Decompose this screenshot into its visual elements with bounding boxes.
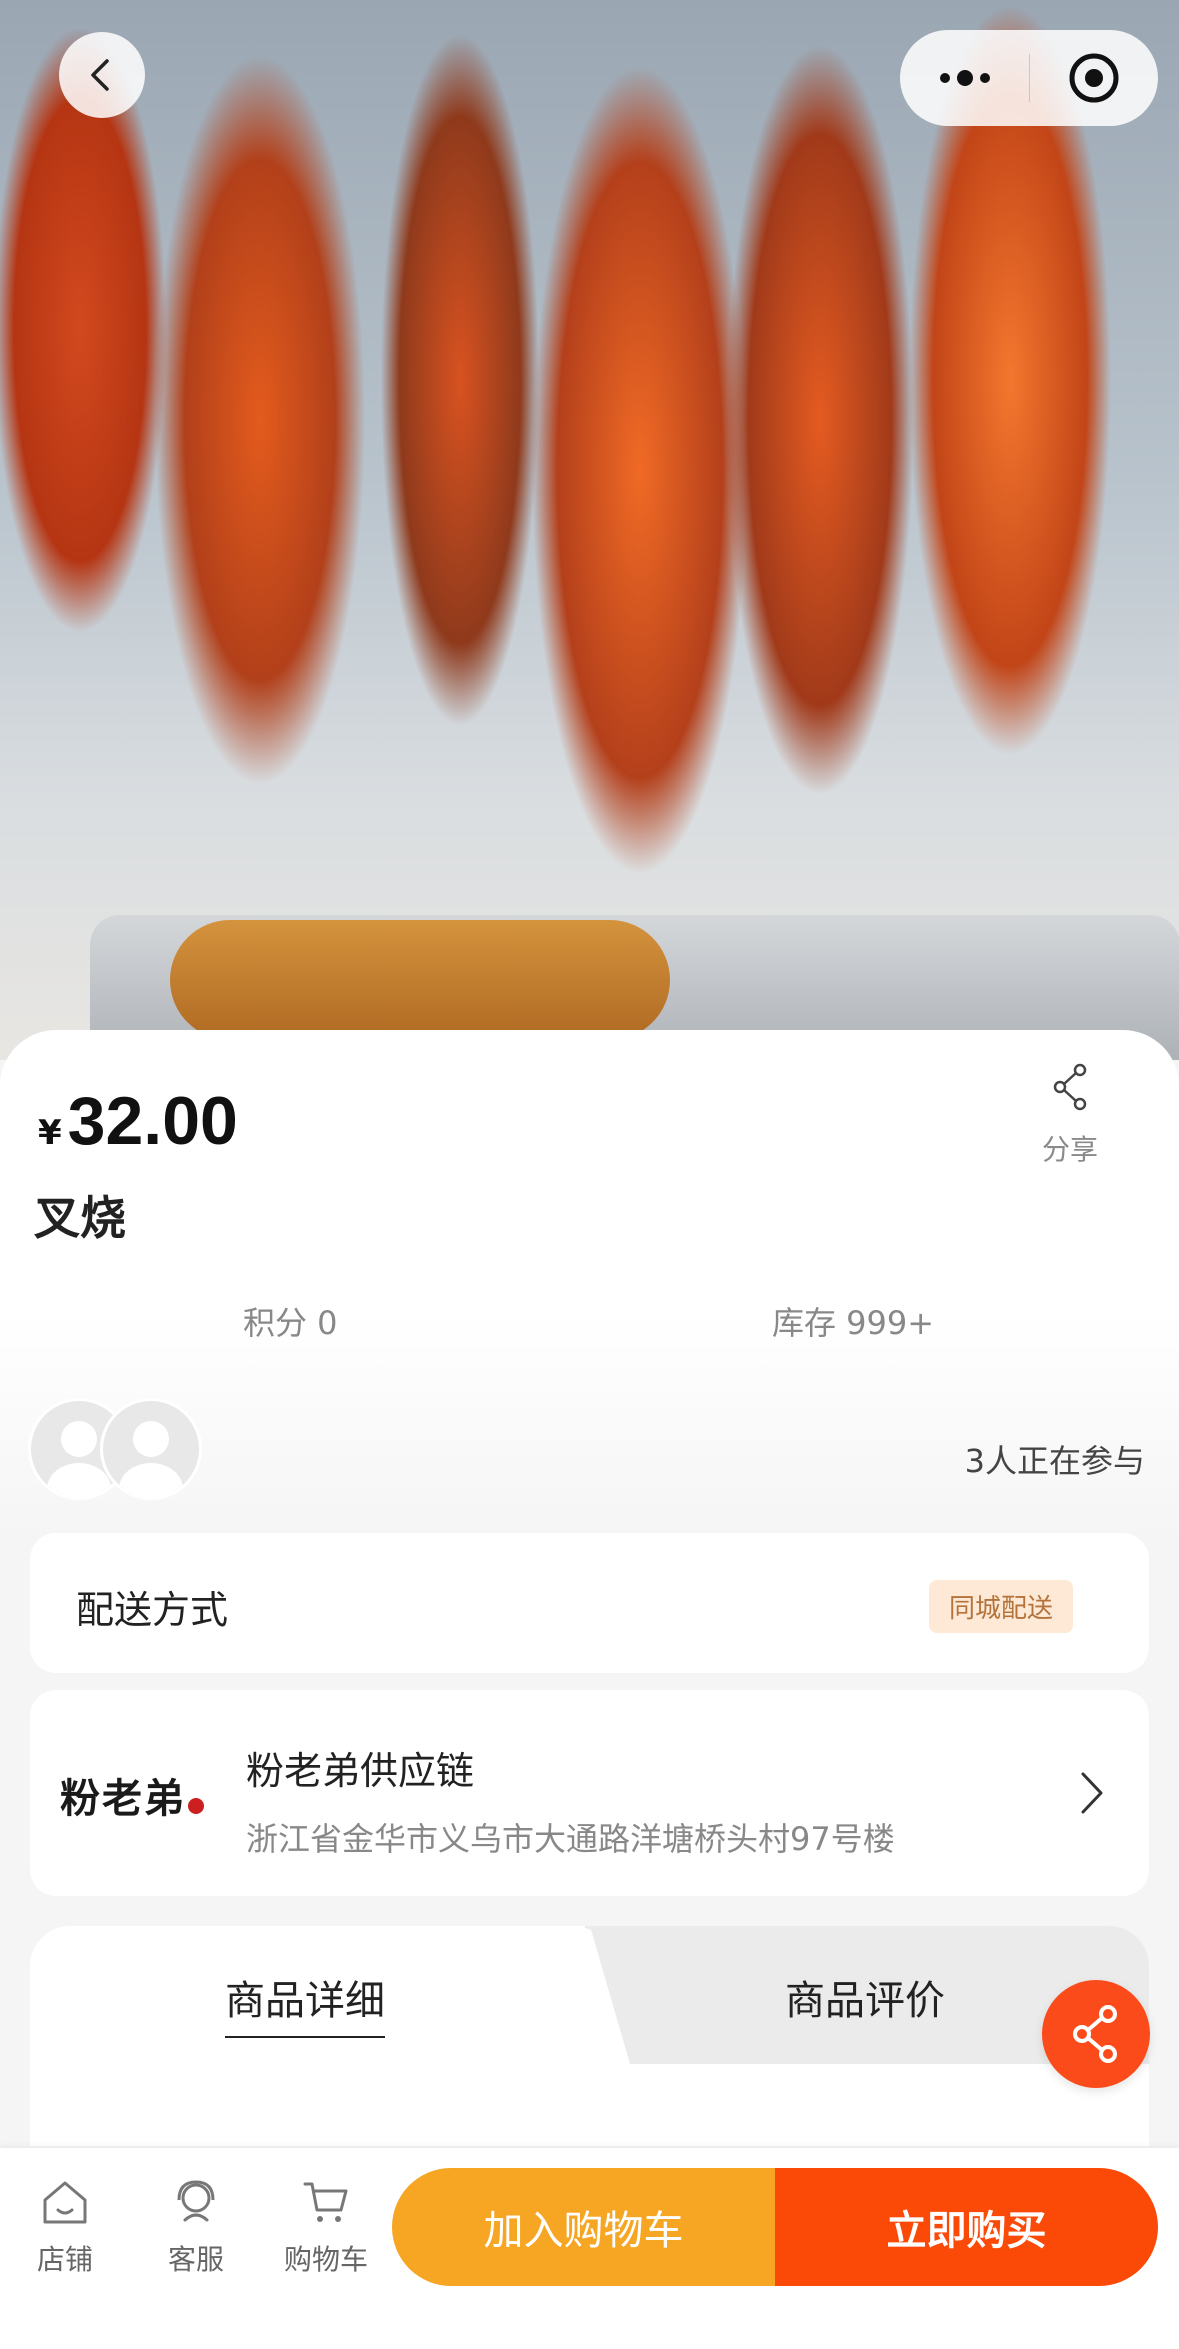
more-button[interactable] <box>900 30 1029 126</box>
chevron-left-icon <box>91 59 109 91</box>
chevron-right-icon <box>1081 1772 1103 1814</box>
share-label: 分享 <box>1041 1133 1098 1166</box>
add-to-cart-button[interactable]: 加入购物车 <box>392 2168 775 2286</box>
food-roll <box>170 920 670 1040</box>
back-button[interactable] <box>59 32 145 118</box>
mini-program-capsule <box>900 30 1158 126</box>
share-icon <box>1073 2005 1117 2063</box>
share-icon <box>1053 1063 1087 1111</box>
avatar <box>100 1398 202 1500</box>
buy-now-button[interactable]: 立即购买 <box>775 2168 1158 2286</box>
more-dots-icon <box>939 70 990 86</box>
tab-reviews[interactable]: 商品评价 <box>785 1968 945 2026</box>
product-image[interactable] <box>0 0 1179 1060</box>
participants-count: 3人正在参与 <box>964 1442 1145 1480</box>
product-info-card: ¥ 32.00 叉烧 分享 积分 0 库存 999+ 3人正在参与 <box>0 1030 1179 1540</box>
participant-avatars <box>28 1398 208 1500</box>
bottom-action-bar: 店铺 客服 购物车 加入购物车 立即购买 <box>0 2148 1179 2349</box>
nav-store-label: 店铺 <box>36 2243 93 2276</box>
detail-tabs: 商品详细 商品评价 <box>30 1926 1149 2146</box>
store-card[interactable]: 粉老弟 粉老弟供应链 浙江省金华市义乌市大通路洋塘桥头村97号楼 <box>30 1690 1149 1896</box>
nav-cart-label: 购物车 <box>283 2243 368 2276</box>
tab-details[interactable]: 商品详细 <box>225 1968 385 2038</box>
store-name: 粉老弟供应链 <box>246 1749 475 1793</box>
delivery-label: 配送方式 <box>76 1588 229 1632</box>
store-address: 浙江省金华市义乌市大通路洋塘桥头村97号楼 <box>246 1820 895 1858</box>
points: 积分 0 <box>243 1304 338 1342</box>
user-silhouette-icon <box>119 1421 183 1497</box>
seal-icon <box>188 1798 204 1814</box>
store-logo: 粉老弟 <box>60 1750 240 1840</box>
nav-customer-service[interactable]: 客服 <box>141 2178 251 2278</box>
nav-store[interactable]: 店铺 <box>10 2178 120 2278</box>
currency-symbol: ¥ <box>38 1113 62 1153</box>
delivery-method[interactable]: 配送方式 同城配送 <box>30 1533 1149 1673</box>
nav-customer-service-label: 客服 <box>167 2243 224 2276</box>
floating-share-button[interactable] <box>1042 1980 1150 2088</box>
home-icon <box>43 2181 87 2224</box>
close-miniprogram-button[interactable] <box>1029 30 1158 126</box>
stock: 库存 999+ <box>772 1304 935 1342</box>
customer-service-icon <box>177 2180 215 2222</box>
target-icon <box>1069 53 1118 103</box>
share-button[interactable]: 分享 <box>1030 1062 1110 1168</box>
store-logo-text: 粉老弟 <box>60 1775 186 1822</box>
product-title: 叉烧 <box>34 1191 126 1245</box>
delivery-tag: 同城配送 <box>928 1580 1073 1633</box>
price: ¥ 32.00 <box>38 1082 238 1160</box>
price-value: 32.00 <box>67 1083 238 1159</box>
cart-icon <box>303 2182 348 2222</box>
nav-cart[interactable]: 购物车 <box>271 2178 381 2278</box>
capsule-divider <box>1029 54 1030 102</box>
